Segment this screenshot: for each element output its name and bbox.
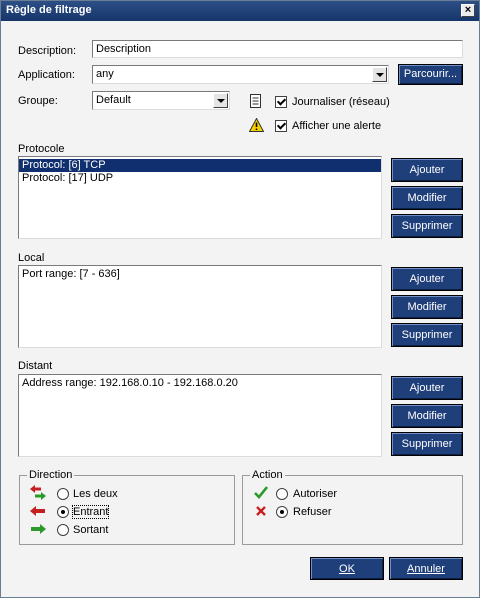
local-add-button[interactable]: Ajouter [391,267,463,291]
action-deny-label: Refuser [293,506,332,518]
local-section-label: Local [18,252,45,264]
log-checkbox[interactable] [275,96,287,108]
dialog-window: Règle de filtrage × Description: Descrip… [0,0,480,598]
remote-add-button[interactable]: Ajouter [391,376,463,400]
group-value: Default [96,94,131,106]
log-label: Journaliser (réseau) [292,96,390,108]
list-item[interactable]: Protocol: [6] TCP [19,159,381,172]
list-item[interactable]: Port range: [7 - 636] [19,268,381,281]
group-combo[interactable]: Default [92,91,230,110]
direction-group: Direction Les deux Entrant Sortant [19,469,235,545]
title-bar[interactable]: Règle de filtrage × [1,1,479,21]
remote-delete-button[interactable]: Supprimer [391,432,463,456]
chevron-down-icon[interactable] [372,67,387,82]
application-value: any [96,68,114,80]
protocol-add-button[interactable]: Ajouter [391,158,463,182]
cross-icon [256,506,266,516]
description-label: Description: [18,45,77,57]
local-delete-button[interactable]: Supprimer [391,323,463,347]
window-title: Règle de filtrage [6,4,92,16]
list-item[interactable]: Protocol: [17] UDP [19,172,381,185]
protocol-edit-button[interactable]: Modifier [391,186,463,210]
protocol-list[interactable]: Protocol: [6] TCP Protocol: [17] UDP [18,156,382,239]
direction-both-label: Les deux [73,488,118,500]
direction-in-label: Entrant [71,505,110,519]
direction-in-radio[interactable] [57,506,69,518]
alert-label: Afficher une alerte [292,120,382,132]
action-deny-radio[interactable] [276,506,288,518]
description-input[interactable]: Description [92,40,463,58]
inbound-arrow-icon [30,506,45,516]
warning-icon [249,118,264,132]
close-button[interactable]: × [461,4,475,17]
group-label: Groupe: [18,95,58,107]
browse-button[interactable]: Parcourir... [398,64,463,85]
direction-out-label: Sortant [73,524,109,536]
action-allow-label: Autoriser [293,488,338,500]
action-title: Action [250,469,285,481]
outbound-arrow-icon [31,524,46,534]
both-directions-icon [30,485,46,500]
cancel-button[interactable]: Annuler [389,557,463,580]
application-label: Application: [18,69,75,81]
direction-out-radio[interactable] [57,524,69,536]
direction-both-radio[interactable] [57,488,69,500]
document-icon [250,94,261,108]
list-item[interactable]: Address range: 192.168.0.10 - 192.168.0.… [19,377,381,390]
local-edit-button[interactable]: Modifier [391,295,463,319]
direction-title: Direction [27,469,75,481]
protocol-delete-button[interactable]: Supprimer [391,214,463,238]
local-list[interactable]: Port range: [7 - 636] [18,265,382,348]
chevron-down-icon[interactable] [213,93,228,108]
checkmark-icon [254,486,268,499]
action-group: Action Autoriser Refuser [242,469,463,545]
alert-checkbox[interactable] [275,120,287,132]
remote-list[interactable]: Address range: 192.168.0.10 - 192.168.0.… [18,374,382,457]
ok-button[interactable]: OK [310,557,384,580]
protocol-section-label: Protocole [18,143,65,155]
application-combo[interactable]: any [92,65,389,84]
action-allow-radio[interactable] [276,488,288,500]
remote-edit-button[interactable]: Modifier [391,404,463,428]
remote-section-label: Distant [18,360,53,372]
